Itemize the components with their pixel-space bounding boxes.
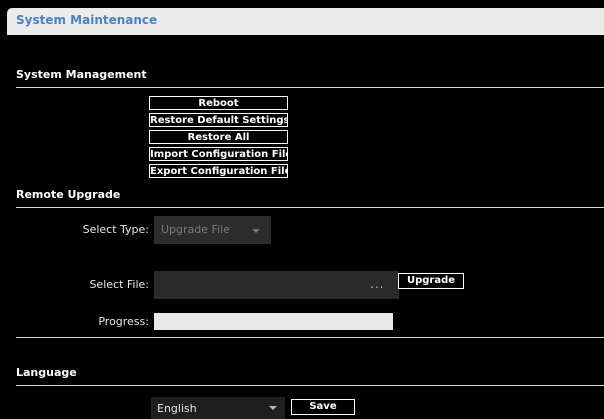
progress-label: Progress: [98,315,149,328]
divider [16,207,604,208]
select-file-label: Select File: [89,278,149,291]
section-title-remote-upgrade: Remote Upgrade [16,188,121,201]
select-file-input[interactable]: ... [154,271,399,299]
divider [16,337,604,338]
export-configuration-file-button[interactable]: Export Configuration File [149,164,288,178]
select-type-label: Select Type: [82,223,149,236]
main-panel: System Management Reboot Restore Default… [7,35,604,419]
upgrade-button[interactable]: Upgrade [398,273,464,289]
select-type-dropdown[interactable]: Upgrade File [154,216,271,244]
upgrade-progress-bar [154,313,393,330]
reboot-button[interactable]: Reboot [149,96,288,110]
window-title-bar: System Maintenance [7,8,604,35]
divider [16,385,604,386]
language-value: English [157,402,197,415]
save-button[interactable]: Save [291,399,355,415]
chevron-down-icon [269,406,277,410]
import-configuration-file-button[interactable]: Import Configuration File [149,147,288,161]
window-title: System Maintenance [16,13,158,27]
section-title-system-management: System Management [16,68,147,81]
restore-all-button[interactable]: Restore All [149,130,288,144]
restore-default-settings-button[interactable]: Restore Default Settings [149,113,288,127]
browse-ellipsis-icon[interactable]: ... [370,277,384,291]
section-title-language: Language [16,366,77,379]
divider [16,87,604,88]
language-dropdown[interactable]: English [151,397,285,419]
chevron-down-icon [252,229,260,233]
select-type-value: Upgrade File [161,223,230,236]
